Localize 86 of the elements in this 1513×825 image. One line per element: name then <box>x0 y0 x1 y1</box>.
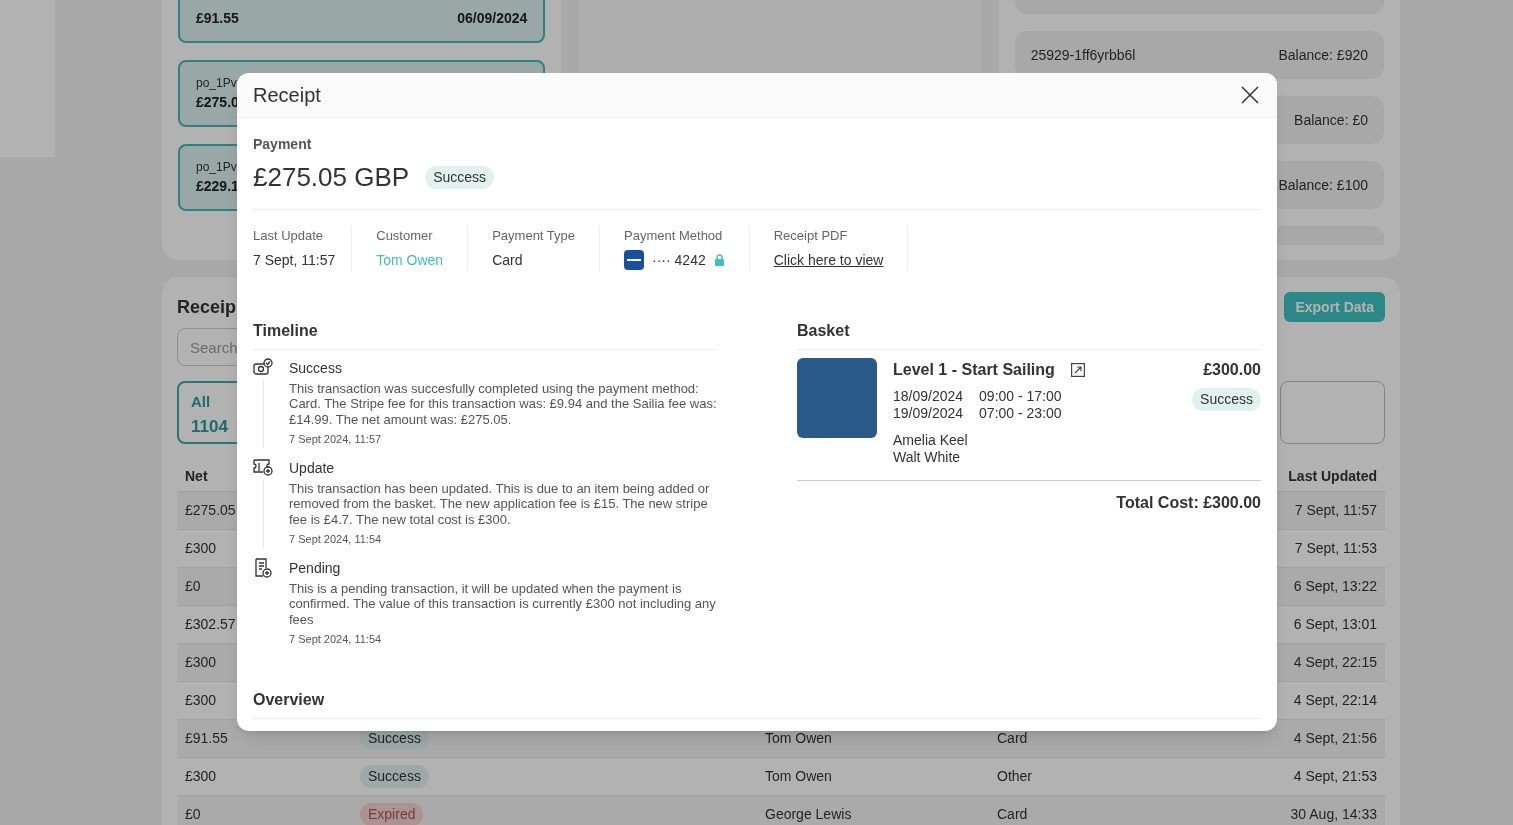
payout-amount: £275.0 <box>196 93 239 112</box>
table-cell-text: Other <box>997 767 1032 786</box>
event-title: Pending <box>289 558 342 578</box>
card-brand-icon <box>624 250 645 270</box>
participant-name: Amelia Keel <box>893 431 969 449</box>
session-time: 09:00 - 17:00 <box>979 387 1062 405</box>
payout-card[interactable]: £91.55 06/09/2024 <box>178 0 546 43</box>
filter-label: All <box>191 392 212 412</box>
event-description: This transaction has been updated. This is due to an item being added or removed from the basket. The new application fee is £15. The new stripe fee is £4.7. The new total cost is £300. <box>289 480 711 527</box>
payout-amount: £229.1 <box>196 177 239 196</box>
balance-card[interactable]: 25929-1ff6yrbb6l Balance: £920 <box>1014 31 1384 79</box>
balance-amount: Balance: £0 <box>1294 110 1368 130</box>
payout-date: 06/09/2024 <box>457 9 528 28</box>
table-cell-text: Tom Owen <box>765 729 832 748</box>
event-time: 7 Sept 2024, 11:57 <box>289 432 383 447</box>
close-icon <box>1241 86 1259 104</box>
column-header: Net <box>185 467 208 486</box>
payment-amount: £275.05 GBP <box>253 161 410 194</box>
table-cell-text: Tom Owen <box>765 767 832 786</box>
table-cell-text: 4 Sept, 22:15 <box>1293 653 1377 672</box>
event-description: This transaction was succesfully completed using the payment method: Card. The Stripe fee for this transaction was: £9.94 and the Sailia fee was: £14.99. The net amount was: £275.05. <box>289 380 717 427</box>
table-cell-text: 7 Sept, 11:57 <box>1294 501 1377 520</box>
table-cell-text: 6 Sept, 13:22 <box>1293 577 1377 596</box>
panel-title: Receip <box>177 295 237 319</box>
table-cell-text: £0 <box>185 805 201 824</box>
item-price: £300.00 <box>1203 359 1261 380</box>
event-time: 7 Sept 2024, 11:54 <box>289 532 383 547</box>
status-badge: Success <box>360 765 429 788</box>
table-cell-text: 4 Sept, 21:56 <box>1293 729 1377 748</box>
detail-value: 7 Sept, 11:57 <box>253 250 336 270</box>
section-heading: Basket <box>797 318 1261 350</box>
lock-icon <box>713 254 725 266</box>
section-heading: Overview <box>253 691 325 708</box>
total-cost: Total Cost: £300.00 <box>1116 492 1261 513</box>
table-cell-text: £300 <box>185 691 217 710</box>
table-cell-text: £91.55 <box>185 729 228 748</box>
detail-label: Customer <box>376 227 434 245</box>
event-time: 7 Sept 2024, 11:54 <box>289 632 383 647</box>
detail-label: Receipt PDF <box>773 227 849 245</box>
table-cell-text: George Lewis <box>765 805 852 824</box>
filter-count: 1104 <box>191 415 229 438</box>
external-link-icon[interactable] <box>1070 362 1085 377</box>
close-button[interactable] <box>1239 84 1261 106</box>
detail-label: Last Update <box>253 227 325 245</box>
status-badge: Success <box>1192 387 1261 411</box>
card-number: ···· 4242 <box>652 250 706 270</box>
detail-label: Payment Method <box>624 227 724 245</box>
table-cell-text: 4 Sept, 22:14 <box>1293 691 1377 710</box>
table-cell-text: £300 <box>185 767 217 786</box>
table-cell-text: 6 Sept, 13:01 <box>1293 615 1377 634</box>
balance-amount: Balance: £100 <box>1278 175 1368 195</box>
payout-id: po_1Pv <box>196 159 237 176</box>
session-time: 07:00 - 23:00 <box>979 404 1062 422</box>
table-cell-text: Card <box>997 729 1028 748</box>
balance-amount: Balance: £920 <box>1278 45 1368 65</box>
event-title: Update <box>289 458 336 478</box>
detail-value: Card <box>492 250 524 270</box>
item-name: Level 1 - Start Sailing <box>893 359 1055 380</box>
timeline-success-icon <box>253 357 273 376</box>
timeline-pending-icon <box>254 557 272 578</box>
receipt-link[interactable]: Click here to view <box>773 249 884 271</box>
table-cell-text: £300 <box>185 539 217 558</box>
session-date: 19/09/2024 <box>893 404 964 422</box>
participant-name: Walt White <box>893 448 962 466</box>
payout-amount: £91.55 <box>196 9 239 28</box>
event-description: This is a pending transaction, it will be updated when the payment is confirmed. The value of this transaction is currently £300 not including any fees <box>289 580 717 627</box>
detail-label: Payment Type <box>492 227 576 245</box>
section-label: Payment <box>253 135 313 154</box>
account-id: 25929-1ff6yrbb6l <box>1030 45 1136 65</box>
payout-id: po_1Pv <box>196 75 237 92</box>
table-cell-text: £275.05 <box>185 501 236 520</box>
session-date: 18/09/2024 <box>893 387 964 405</box>
status-badge: Expired <box>360 803 424 825</box>
table-cell-text: 4 Sept, 21:53 <box>1293 767 1377 786</box>
table-cell-text: Card <box>997 805 1028 824</box>
event-title: Success <box>289 358 343 378</box>
column-header: Last Updated <box>1288 467 1377 486</box>
table-cell-text: 30 Aug, 14:33 <box>1290 805 1377 824</box>
table-cell-text: £0 <box>185 577 201 596</box>
timeline-update-icon <box>253 457 273 476</box>
table-cell-text: 7 Sept, 11:53 <box>1294 539 1377 558</box>
section-heading: Timeline <box>253 318 717 350</box>
table-cell-text: £300 <box>185 653 217 672</box>
status-badge: Success <box>425 166 495 189</box>
table-cell-text: £302.57 <box>185 615 236 634</box>
modal-title: Receipt <box>253 83 321 108</box>
